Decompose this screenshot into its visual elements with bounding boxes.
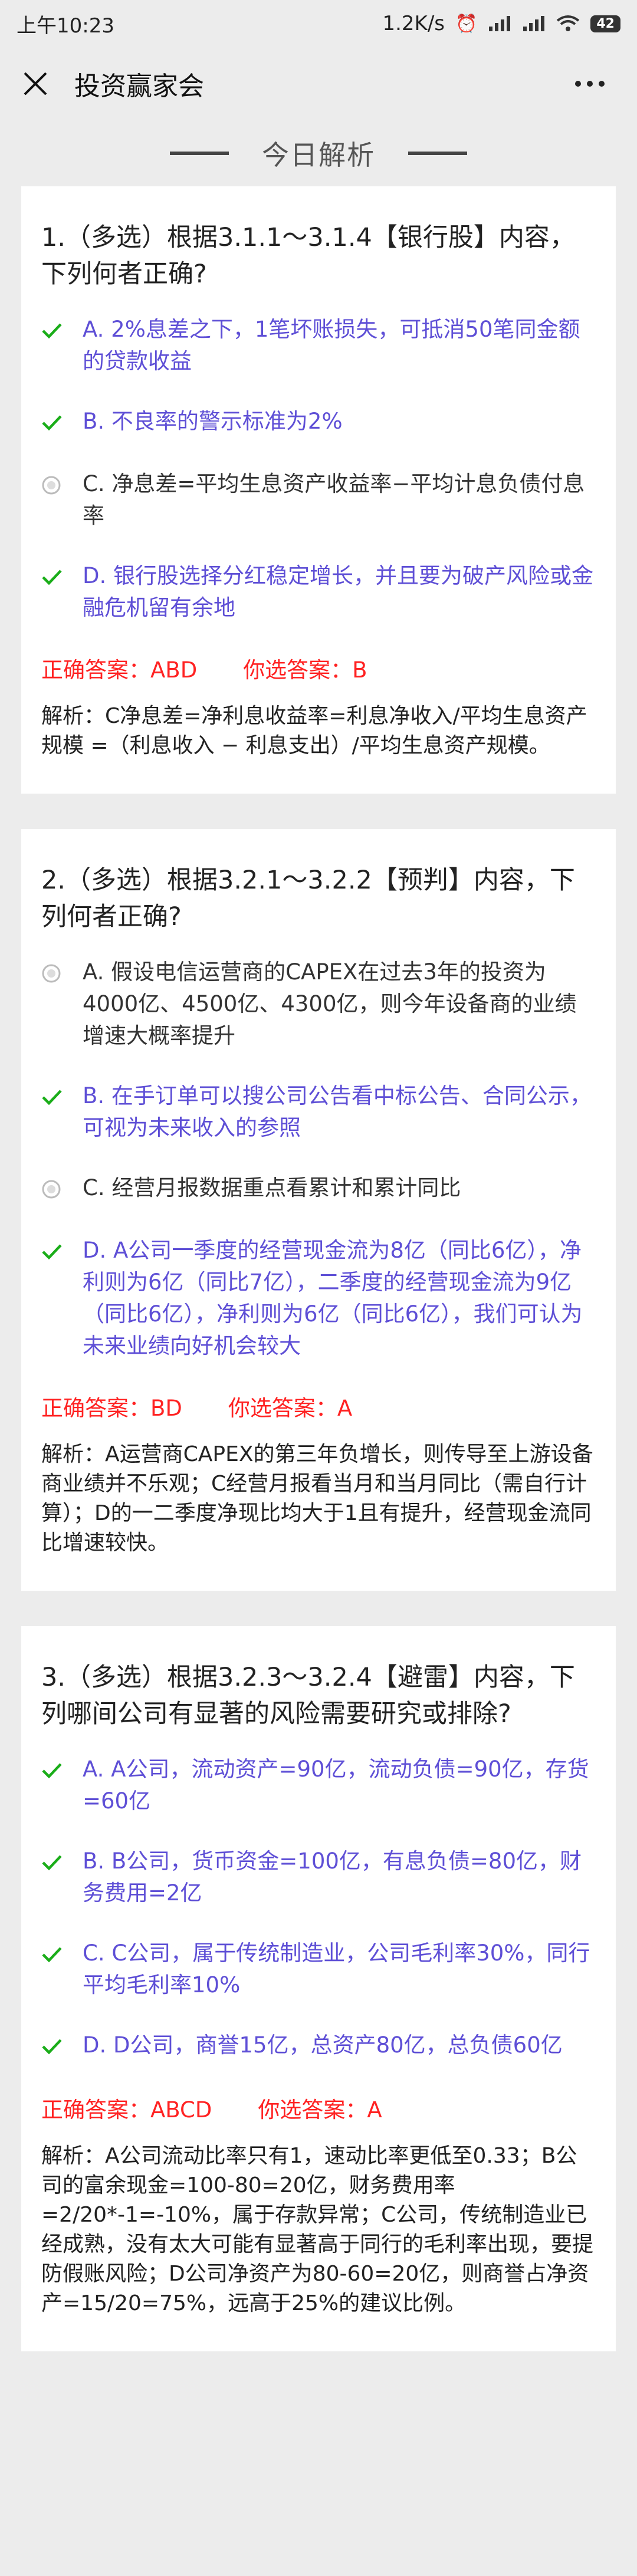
option-item[interactable]: A. 假设电信运营商的CAPEX在过去3年的投资为4000亿、4500亿、430… bbox=[41, 956, 596, 1052]
option-text: C. 净息差=平均生息资产收益率−平均计息负债付息率 bbox=[83, 471, 585, 528]
your-answer: 你选答案：A bbox=[258, 2097, 382, 2123]
check-icon bbox=[41, 1937, 65, 1972]
more-icon-dot bbox=[575, 81, 581, 87]
more-icon-dot bbox=[587, 81, 593, 87]
nav-bar: 投资赢家会 bbox=[0, 47, 637, 120]
question-stem: 3.（多选）根据3.2.3～3.2.4【避雷】内容，下列哪间公司有显著的风险需要… bbox=[41, 1663, 575, 1729]
check-icon bbox=[41, 1080, 65, 1114]
signal-icon bbox=[489, 16, 511, 31]
option-text: A. 2%息差之下，1笔坏账损失，可抵消50笔同金额的贷款收益 bbox=[83, 317, 580, 374]
wifi-icon bbox=[557, 15, 580, 31]
check-icon bbox=[41, 1235, 65, 1269]
your-answer: 你选答案：A bbox=[228, 1396, 353, 1421]
radio-icon bbox=[41, 468, 65, 502]
question-card: 2.（多选）根据3.2.1～3.2.2【预判】内容，下列何者正确? A. 假设电信… bbox=[21, 829, 616, 1591]
option-text: C. 经营月报数据重点看累计和累计同比 bbox=[83, 1175, 461, 1200]
radio-icon bbox=[41, 956, 65, 991]
option-item[interactable]: B. 不良率的警示标准为2% bbox=[41, 406, 596, 440]
option-text: D. 银行股选择分红稳定增长，并且要为破产风险或金融危机留有余地 bbox=[83, 563, 594, 620]
battery-icon: 42 bbox=[590, 15, 620, 32]
close-button[interactable] bbox=[18, 66, 53, 101]
section-title: 今日解析 bbox=[262, 139, 375, 171]
option-item[interactable]: C. 经营月报数据重点看累计和累计同比 bbox=[41, 1172, 596, 1206]
question-card: 3.（多选）根据3.2.3～3.2.4【避雷】内容，下列哪间公司有显著的风险需要… bbox=[21, 1626, 616, 2351]
option-item[interactable]: D. 银行股选择分红稳定增长，并且要为破产风险或金融危机留有余地 bbox=[41, 560, 596, 624]
status-right: 1.2K/s ⏰ 42 bbox=[382, 12, 620, 35]
option-item[interactable]: D. A公司一季度的经营现金流为8亿（同比6亿），净利则为6亿（同比7亿），二季… bbox=[41, 1235, 596, 1362]
option-text: B. 不良率的警示标准为2% bbox=[83, 409, 343, 434]
check-icon bbox=[41, 406, 65, 440]
check-icon bbox=[41, 2029, 65, 2064]
option-text: A. 假设电信运营商的CAPEX在过去3年的投资为4000亿、4500亿、430… bbox=[83, 959, 577, 1048]
option-item[interactable]: C. C公司，属于传统制造业，公司毛利率30%，同行平均毛利率10% bbox=[41, 1937, 596, 2001]
option-item[interactable]: A. 2%息差之下，1笔坏账损失，可抵消50笔同金额的贷款收益 bbox=[41, 314, 596, 377]
correct-answer: 正确答案：ABCD bbox=[41, 2097, 212, 2123]
alarm-icon: ⏰ bbox=[455, 13, 478, 34]
check-icon bbox=[41, 560, 65, 594]
option-item[interactable]: B. B公司，货币资金=100亿，有息负债=80亿，财务费用=2亿 bbox=[41, 1845, 596, 1909]
header-divider-left bbox=[170, 152, 229, 155]
option-item[interactable]: A. A公司，流动资产=90亿，流动负债=90亿，存货=60亿 bbox=[41, 1753, 596, 1817]
answer-summary: 正确答案：ABD 你选答案：B bbox=[41, 652, 596, 684]
option-item[interactable]: B. 在手订单可以搜公司公告看中标公告、合同公示，可视为未来收入的参照 bbox=[41, 1080, 596, 1144]
analysis-text: 解析：A公司流动比率只有1，速动比率更低至0.33；B公司的富余现金=100-8… bbox=[41, 2144, 594, 2315]
analysis-text: 解析：C净息差=净利息收益率=利息净收入/平均生息资产规模 =（利息收入 − 利… bbox=[41, 704, 587, 758]
close-icon bbox=[24, 72, 47, 96]
check-icon bbox=[41, 1753, 65, 1788]
option-text: A. A公司，流动资产=90亿，流动负债=90亿，存货=60亿 bbox=[83, 1756, 589, 1814]
question-stem: 2.（多选）根据3.2.1～3.2.2【预判】内容，下列何者正确? bbox=[41, 866, 575, 932]
question-list: 1.（多选）根据3.1.1～3.1.4【银行股】内容，下列何者正确? A. 2%息… bbox=[0, 186, 637, 2351]
page-title: 投资赢家会 bbox=[74, 71, 204, 101]
question-stem: 1.（多选）根据3.1.1～3.1.4【银行股】内容，下列何者正确? bbox=[41, 223, 575, 289]
option-text: D. D公司，商誉15亿，总资产80亿，总负债60亿 bbox=[83, 2032, 563, 2058]
answer-summary: 正确答案：BD 你选答案：A bbox=[41, 1390, 596, 1422]
status-bar: 上午10:23 1.2K/s ⏰ 42 bbox=[0, 0, 637, 47]
radio-icon bbox=[41, 1172, 65, 1206]
section-header: 今日解析 bbox=[0, 120, 637, 186]
status-time: 上午10:23 bbox=[17, 14, 114, 38]
header-divider-right bbox=[408, 152, 467, 155]
answer-summary: 正确答案：ABCD 你选答案：A bbox=[41, 2092, 596, 2124]
check-icon bbox=[41, 314, 65, 348]
option-text: B. 在手订单可以搜公司公告看中标公告、合同公示，可视为未来收入的参照 bbox=[83, 1083, 592, 1140]
correct-answer: 正确答案：ABD bbox=[41, 657, 198, 683]
check-icon bbox=[41, 1845, 65, 1880]
analysis-text: 解析：A运营商CAPEX的第三年负增长，则传导至上游设备商业绩并不乐观；C经营月… bbox=[41, 1442, 593, 1555]
option-item[interactable]: D. D公司，商誉15亿，总资产80亿，总负债60亿 bbox=[41, 2029, 596, 2064]
signal-icon-2 bbox=[523, 16, 545, 31]
question-card: 1.（多选）根据3.1.1～3.1.4【银行股】内容，下列何者正确? A. 2%息… bbox=[21, 186, 616, 794]
more-button[interactable] bbox=[566, 65, 613, 103]
option-item[interactable]: C. 净息差=平均生息资产收益率−平均计息负债付息率 bbox=[41, 468, 596, 532]
option-text: C. C公司，属于传统制造业，公司毛利率30%，同行平均毛利率10% bbox=[83, 1940, 590, 1998]
your-answer: 你选答案：B bbox=[243, 657, 367, 683]
option-text: B. B公司，货币资金=100亿，有息负债=80亿，财务费用=2亿 bbox=[83, 1848, 582, 1906]
net-speed: 1.2K/s bbox=[382, 12, 445, 35]
more-icon-dot bbox=[599, 81, 605, 87]
correct-answer: 正确答案：BD bbox=[41, 1396, 182, 1421]
option-text: D. A公司一季度的经营现金流为8亿（同比6亿），净利则为6亿（同比7亿），二季… bbox=[83, 1238, 583, 1358]
